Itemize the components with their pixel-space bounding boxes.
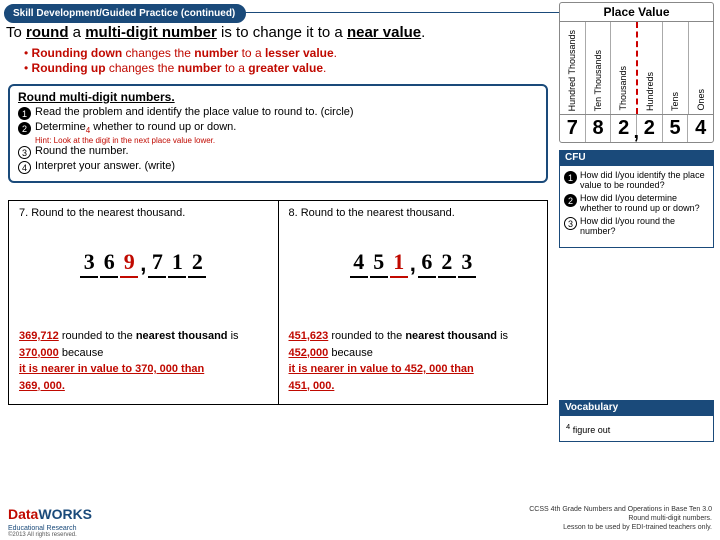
section-tab: Skill Development/Guided Practice (conti… <box>4 4 246 23</box>
pv-columns: Hundred Thousands Ten Thousands Thousand… <box>560 22 713 114</box>
problems: 7. Round to the nearest thousand. 3 6 9 … <box>8 200 548 405</box>
ccss: CCSS 4th Grade Numbers and Operations in… <box>529 505 712 532</box>
step-num-1: 1 <box>18 107 31 120</box>
cfu-box: CFU 1How did I/you identify the place va… <box>559 150 714 248</box>
p7-answer: 369,712 rounded to the nearest thousand … <box>19 328 268 394</box>
problem-7: 7. Round to the nearest thousand. 3 6 9 … <box>9 201 279 404</box>
steps-title: Round multi-digit numbers. <box>18 90 538 104</box>
pv-title: Place Value <box>560 3 713 22</box>
place-value-chart: Place Value Hundred Thousands Ten Thousa… <box>559 2 714 143</box>
logo-sub: Educational Research <box>8 525 77 532</box>
cfu-header: CFU <box>559 150 714 165</box>
copyright: ©2013 All rights reserved. <box>8 532 77 538</box>
p7-digits: 3 6 9 , 7 1 2 <box>19 249 268 278</box>
p8-digits: 4 5 1 , 6 2 3 <box>289 249 538 278</box>
headline: To round a multi-digit number is to chan… <box>6 24 425 41</box>
p8-answer: 451,623 rounded to the nearest thousand … <box>289 328 538 394</box>
steps-box: Round multi-digit numbers. 1Read the pro… <box>8 84 548 183</box>
step-num-4: 4 <box>18 161 31 174</box>
pv-digits: 7 8 2 2 5 4 <box>560 114 713 142</box>
bullets: • Rounding down changes the number to a … <box>24 46 337 76</box>
vocab-box: Vocabulary 4 figure out <box>559 400 714 442</box>
hint: Hint: Look at the digit in the next plac… <box>35 136 538 145</box>
step-num-2: 2 <box>18 122 31 135</box>
problem-8: 8. Round to the nearest thousand. 4 5 1 … <box>279 201 548 404</box>
logo: DataWORKS <box>8 506 92 522</box>
step-num-3: 3 <box>18 146 31 159</box>
